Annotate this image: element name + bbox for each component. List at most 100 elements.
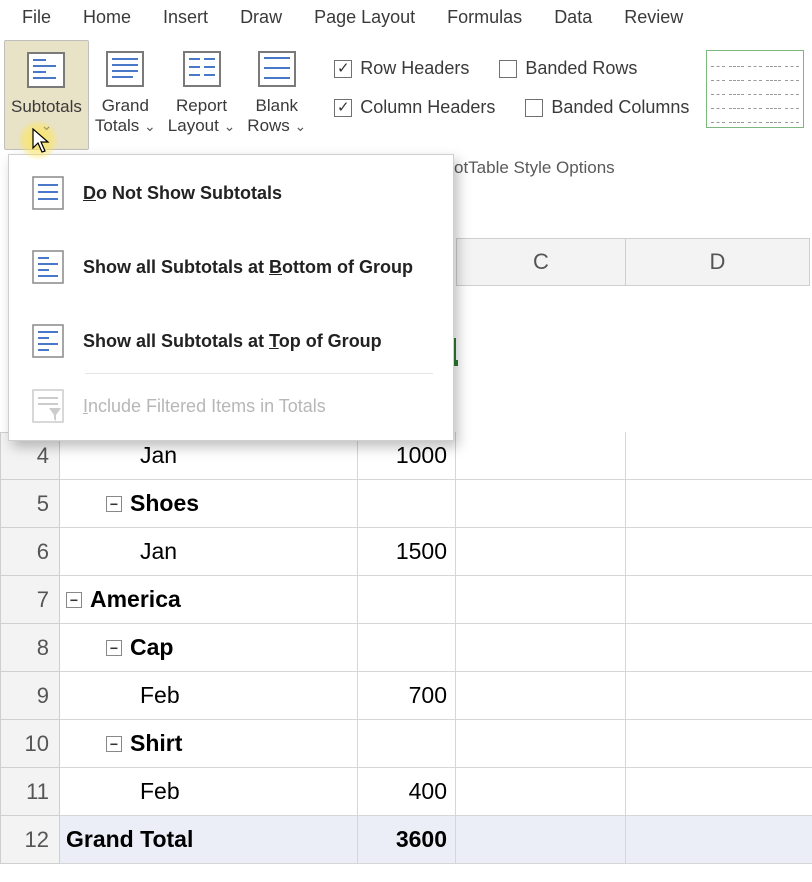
banded-columns-checkbox[interactable]: Banded Columns [525, 97, 689, 118]
menu-review[interactable]: Review [608, 1, 699, 34]
cell-label[interactable]: Feb [60, 768, 358, 815]
checkbox-checked-icon [334, 60, 352, 78]
blank-rows-button[interactable]: Blank Rows ⌄ [241, 40, 312, 150]
chevron-down-icon: ⌄ [295, 118, 307, 134]
row-header[interactable]: 12 [0, 816, 60, 864]
menu-draw[interactable]: Draw [224, 1, 298, 34]
cell[interactable] [456, 624, 626, 671]
cell-value[interactable]: 1500 [358, 528, 456, 575]
cell[interactable] [626, 816, 812, 863]
cell-label[interactable]: −Cap [60, 624, 358, 671]
menu-insert[interactable]: Insert [147, 1, 224, 34]
table-row: Feb 700 [60, 672, 812, 720]
column-headers-label: Column Headers [360, 97, 495, 118]
table-row: Feb 400 [60, 768, 812, 816]
subtotal-top-icon [31, 323, 65, 359]
cell-value[interactable]: 400 [358, 768, 456, 815]
cell-label-text: Feb [140, 682, 180, 709]
menu-data[interactable]: Data [538, 1, 608, 34]
cell-value[interactable]: 700 [358, 672, 456, 719]
cell[interactable] [456, 576, 626, 623]
table-row: −Cap [60, 624, 812, 672]
grand-totals-button[interactable]: Grand Totals ⌄ [89, 40, 162, 150]
collapse-icon[interactable]: − [106, 736, 122, 752]
style-options-group: Row Headers Banded Rows Column Headers B… [312, 40, 689, 118]
collapse-icon[interactable]: − [106, 640, 122, 656]
dd-item-label: Show all Subtotals at Top of Group [83, 331, 382, 352]
cell-label[interactable]: Jan [60, 528, 358, 575]
dd-include-filtered: Include Filtered Items in Totals [9, 378, 453, 434]
cell-value[interactable] [358, 624, 456, 671]
cell[interactable] [456, 480, 626, 527]
row-header[interactable]: 11 [0, 768, 60, 816]
cell-value[interactable] [358, 480, 456, 527]
row-header[interactable]: 10 [0, 720, 60, 768]
cell[interactable] [456, 816, 626, 863]
menu-page-layout[interactable]: Page Layout [298, 1, 431, 34]
menu-file[interactable]: File [6, 1, 67, 34]
dd-do-not-show-subtotals[interactable]: Do Not Show Subtotals [9, 165, 453, 221]
pivot-style-gallery[interactable] [706, 50, 804, 128]
cell-label[interactable]: Feb [60, 672, 358, 719]
dd-subtotals-bottom[interactable]: Show all Subtotals at Bottom of Group [9, 239, 453, 295]
cell-value[interactable]: 3600 [358, 816, 456, 863]
cell[interactable] [626, 720, 812, 767]
row-header[interactable]: 9 [0, 672, 60, 720]
report-layout-label2: Layout [168, 116, 219, 135]
cell[interactable] [626, 528, 812, 575]
col-header-c[interactable]: C [456, 238, 626, 286]
cell-label-text: Jan [140, 442, 177, 469]
cell[interactable] [626, 624, 812, 671]
menu-home[interactable]: Home [67, 1, 147, 34]
collapse-icon[interactable]: − [106, 496, 122, 512]
cell-label-text: America [90, 586, 181, 613]
cell[interactable] [626, 672, 812, 719]
row-header[interactable]: 6 [0, 528, 60, 576]
menu-formulas[interactable]: Formulas [431, 1, 538, 34]
row-header[interactable]: 7 [0, 576, 60, 624]
report-layout-button[interactable]: Report Layout ⌄ [162, 40, 242, 150]
chevron-down-icon: ⌄ [144, 118, 156, 134]
table-row: −America [60, 576, 812, 624]
cell-label-text: Shirt [130, 730, 182, 757]
report-layout-label1: Report [176, 96, 227, 116]
cell[interactable] [456, 528, 626, 575]
blank-rows-label1: Blank [256, 96, 299, 116]
cell[interactable] [456, 720, 626, 767]
chevron-down-icon: ⌄ [224, 118, 236, 134]
banded-rows-checkbox[interactable]: Banded Rows [499, 58, 637, 79]
cell[interactable] [456, 672, 626, 719]
menu-bar: File Home Insert Draw Page Layout Formul… [0, 0, 812, 34]
row-header[interactable]: 8 [0, 624, 60, 672]
cell-value[interactable] [358, 576, 456, 623]
cell[interactable] [626, 480, 812, 527]
row-headers-checkbox[interactable]: Row Headers [334, 58, 469, 79]
row-headers-label: Row Headers [360, 58, 469, 79]
table-row: −Shirt [60, 720, 812, 768]
subtotals-button[interactable]: Subtotals ⌄ [4, 40, 89, 150]
cell[interactable] [456, 432, 626, 479]
checkbox-icon [525, 99, 543, 117]
dd-subtotals-top[interactable]: Show all Subtotals at Top of Group [9, 313, 453, 369]
cell-label[interactable]: −Shoes [60, 480, 358, 527]
row-header[interactable]: 5 [0, 480, 60, 528]
cell[interactable] [626, 432, 812, 479]
cell[interactable] [456, 768, 626, 815]
grand-totals-icon [100, 46, 150, 92]
cell-label-text: Feb [140, 778, 180, 805]
cell[interactable] [626, 576, 812, 623]
ribbon: Subtotals ⌄ Grand Totals ⌄ Report Layout… [0, 34, 812, 154]
collapse-icon[interactable]: − [66, 592, 82, 608]
cell-value[interactable] [358, 720, 456, 767]
cell-label[interactable]: −America [60, 576, 358, 623]
checkbox-icon [499, 60, 517, 78]
table-row: Grand Total3600 [60, 816, 812, 864]
cell-label[interactable]: Grand Total [60, 816, 358, 863]
cell-label[interactable]: −Shirt [60, 720, 358, 767]
include-filtered-icon [31, 388, 65, 424]
cell[interactable] [626, 768, 812, 815]
grand-totals-label1: Grand [102, 96, 149, 116]
cells: Jan1000−ShoesJan1500−America−CapFeb700−S… [60, 432, 812, 864]
col-header-d[interactable]: D [626, 238, 810, 286]
column-headers-checkbox[interactable]: Column Headers [334, 97, 495, 118]
